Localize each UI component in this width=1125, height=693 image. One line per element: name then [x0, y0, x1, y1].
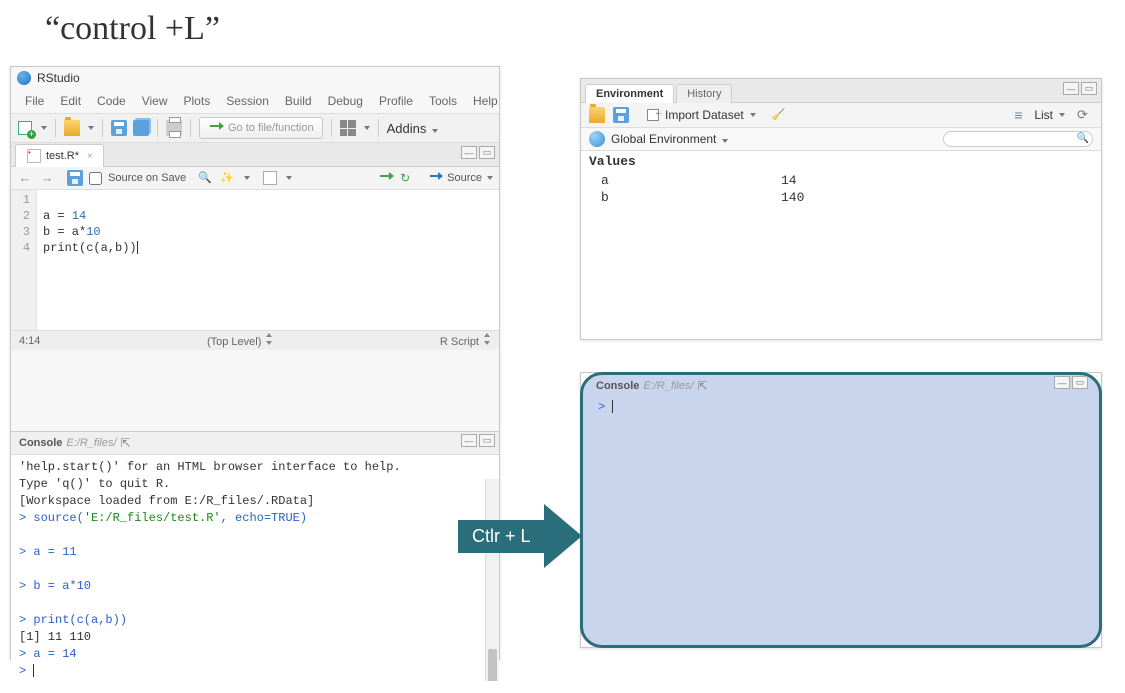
- menu-help[interactable]: Help: [465, 92, 506, 110]
- view-mode-button[interactable]: List: [1014, 107, 1065, 123]
- clear-workspace-icon[interactable]: [772, 107, 788, 123]
- popout-icon[interactable]: [698, 378, 714, 394]
- env-row-b[interactable]: b 140: [581, 189, 1101, 206]
- close-icon[interactable]: ×: [87, 151, 93, 162]
- cleared-console-header: Console E:/R_files/ — ▭: [590, 376, 1092, 396]
- console-output[interactable]: 'help.start()' for an HTML browser inter…: [11, 455, 499, 681]
- save-workspace-icon[interactable]: [613, 107, 629, 123]
- new-file-icon[interactable]: [17, 120, 33, 136]
- open-recent-caret[interactable]: [88, 126, 94, 130]
- menu-build[interactable]: Build: [277, 92, 320, 110]
- menu-tools[interactable]: Tools: [421, 92, 465, 110]
- rstudio-icon: [17, 71, 31, 85]
- source-tabs: test.R* × — ▭: [11, 143, 499, 167]
- menu-profile[interactable]: Profile: [371, 92, 421, 110]
- env-scope-row: Global Environment: [581, 128, 1101, 151]
- addins-menu[interactable]: Addins: [387, 121, 438, 136]
- shortcut-label: Ctlr + L: [458, 520, 545, 553]
- cleared-console-content: Console E:/R_files/ — ▭ >: [590, 376, 1092, 418]
- tab-environment[interactable]: Environment: [585, 84, 674, 103]
- pane-layout-caret[interactable]: [364, 126, 370, 130]
- new-file-caret[interactable]: [41, 126, 47, 130]
- line-gutter: 1 2 3 4: [11, 190, 37, 330]
- menu-plots[interactable]: Plots: [176, 92, 219, 110]
- nav-back-icon[interactable]: [17, 170, 33, 186]
- source-pane: test.R* × — ▭ Source on Save: [11, 143, 499, 431]
- load-workspace-icon[interactable]: [589, 107, 605, 123]
- menu-session[interactable]: Session: [218, 92, 277, 110]
- env-maximize-icon[interactable]: ▭: [1081, 82, 1097, 95]
- menu-view[interactable]: View: [134, 92, 176, 110]
- popout-icon[interactable]: [121, 435, 137, 451]
- source-on-save-checkbox[interactable]: [89, 172, 102, 185]
- env-values-header: Values: [581, 151, 1101, 172]
- run-icon[interactable]: [378, 170, 394, 186]
- env-scope-selector[interactable]: Global Environment: [611, 132, 728, 146]
- console-minimize-icon[interactable]: —: [461, 434, 477, 447]
- menu-code[interactable]: Code: [89, 92, 134, 110]
- rerun-icon[interactable]: [400, 170, 416, 186]
- list-icon: [1014, 107, 1030, 123]
- menu-debug[interactable]: Debug: [320, 92, 371, 110]
- tab-test-r[interactable]: test.R* ×: [15, 144, 104, 167]
- save-all-icon[interactable]: [133, 120, 149, 136]
- code-tools-icon[interactable]: [220, 170, 236, 186]
- shortcut-arrow: Ctlr + L: [458, 504, 582, 568]
- maximize-icon[interactable]: ▭: [479, 146, 495, 159]
- main-toolbar: Go to file/function Addins: [11, 113, 499, 143]
- save-icon[interactable]: [111, 120, 127, 136]
- nav-forward-icon[interactable]: [39, 170, 55, 186]
- app-name: RStudio: [37, 71, 80, 85]
- cleared-console-maximize-icon[interactable]: ▭: [1072, 376, 1088, 389]
- titlebar: RStudio: [11, 67, 499, 89]
- env-toolbar: Import Dataset List: [581, 103, 1101, 128]
- print-icon[interactable]: [166, 120, 182, 136]
- rstudio-window: RStudio File Edit Code View Plots Sessio…: [10, 66, 500, 660]
- source-pane-controls: — ▭: [461, 146, 495, 159]
- minimize-icon[interactable]: —: [461, 146, 477, 159]
- find-icon[interactable]: [198, 170, 214, 186]
- pane-layout-icon[interactable]: [340, 120, 356, 136]
- env-search-input[interactable]: [943, 131, 1093, 147]
- menu-edit[interactable]: Edit: [52, 92, 89, 110]
- language-selector[interactable]: R Script: [440, 333, 491, 348]
- slide-title: “control +L”: [45, 10, 220, 48]
- console-maximize-icon[interactable]: ▭: [479, 434, 495, 447]
- globe-icon: [589, 131, 605, 147]
- environment-pane: Environment History — ▭ Import Dataset L…: [580, 78, 1102, 340]
- goto-arrow-icon: [208, 120, 224, 136]
- menu-file[interactable]: File: [17, 92, 52, 110]
- notebook-icon[interactable]: [262, 170, 278, 186]
- env-search[interactable]: [943, 131, 1093, 147]
- console-header: Console E:/R_files/ — ▭: [11, 432, 499, 455]
- env-row-a[interactable]: a 14: [581, 172, 1101, 189]
- env-minimize-icon[interactable]: —: [1063, 82, 1079, 95]
- menubar: File Edit Code View Plots Session Build …: [11, 89, 499, 113]
- open-folder-icon[interactable]: [64, 120, 80, 136]
- scope-selector[interactable]: (Top Level): [207, 333, 273, 348]
- source-arrow-icon: [428, 170, 444, 186]
- import-dataset-icon: [645, 107, 661, 123]
- cursor-position: 4:14: [19, 335, 40, 347]
- source-on-save-label: Source on Save: [108, 172, 186, 184]
- env-tabs: Environment History — ▭: [581, 79, 1101, 103]
- save-file-icon[interactable]: [67, 170, 83, 186]
- source-button[interactable]: Source: [428, 170, 493, 186]
- arrow-head-icon: [544, 504, 582, 568]
- console-pane: Console E:/R_files/ — ▭ 'help.start()' f…: [11, 431, 499, 693]
- import-dataset-button[interactable]: Import Dataset: [645, 107, 756, 123]
- editor-toolbar: Source on Save Source: [11, 167, 499, 190]
- code-content: a = 14 b = a*10 print(c(a,b)): [37, 190, 144, 330]
- goto-file-function[interactable]: Go to file/function: [199, 117, 323, 139]
- editor-statusbar: 4:14 (Top Level) R Script: [11, 330, 499, 350]
- cleared-console-minimize-icon[interactable]: —: [1054, 376, 1070, 389]
- r-file-icon: [26, 148, 42, 164]
- cleared-console-output[interactable]: >: [590, 396, 1092, 418]
- refresh-icon[interactable]: [1077, 107, 1093, 123]
- tab-history[interactable]: History: [676, 84, 732, 103]
- code-editor[interactable]: 1 2 3 4 a = 14 b = a*10 print(c(a,b)): [11, 190, 499, 330]
